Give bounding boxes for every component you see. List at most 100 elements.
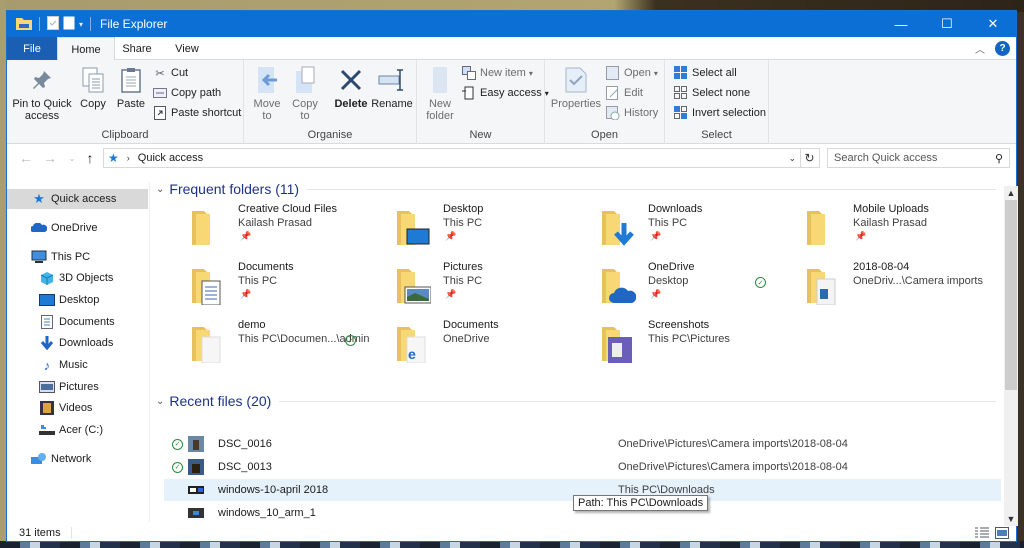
sidebar-item-network[interactable]: Network	[7, 449, 148, 469]
scroll-up-arrow[interactable]: ▲	[1004, 186, 1018, 200]
folder-tile[interactable]: Downloads This PC 📌	[570, 201, 775, 255]
new-folder-button[interactable]: New folder	[423, 64, 457, 122]
close-button[interactable]: ✕	[970, 11, 1016, 37]
pinned-icon: 📌	[855, 231, 867, 241]
refresh-button[interactable]: ↻	[800, 148, 820, 168]
vertical-scrollbar[interactable]: ▲ ▼	[1004, 186, 1018, 526]
sidebar-item-label: Acer (C:)	[59, 424, 103, 436]
sidebar-item-music[interactable]: ♪ Music	[7, 355, 148, 375]
folder-icon	[192, 269, 221, 305]
folder-tile[interactable]: Desktop This PC 📌	[365, 201, 570, 255]
sidebar-item-acer-c[interactable]: Acer (C:)	[7, 420, 148, 440]
tab-file[interactable]: File	[7, 37, 57, 60]
sidebar-item-downloads[interactable]: Downloads	[7, 333, 148, 353]
folder-tile[interactable]: Mobile Uploads Kailash Prasad 📌	[775, 201, 980, 255]
recent-files-header[interactable]: ⌄ Recent files (20)	[156, 393, 996, 409]
move-to-button[interactable]: Move to	[250, 64, 284, 122]
sidebar-item-label: Quick access	[51, 193, 117, 205]
section-divider	[279, 400, 996, 402]
folder-tile[interactable]: 2018-08-04 OneDriv...\Camera imports ✓	[755, 259, 983, 313]
frequent-folders-header[interactable]: ⌄ Frequent folders (11)	[156, 181, 996, 197]
ribbon: Pin to Quick access Copy Paste ✂ Cut Cop…	[7, 60, 1016, 144]
new-folder-qat-icon[interactable]	[63, 16, 75, 33]
folder-location: Desktop	[648, 275, 689, 287]
tab-share[interactable]: Share	[115, 37, 159, 60]
help-icon[interactable]: ?	[995, 41, 1010, 56]
sidebar-item-label: 3D Objects	[59, 272, 114, 284]
folder-name: Downloads	[648, 203, 703, 215]
properties-qat-icon[interactable]	[47, 15, 59, 33]
properties-button[interactable]: Properties	[549, 64, 603, 110]
sidebar-item-3d-objects[interactable]: 3D Objects	[7, 268, 148, 288]
folder-icon	[602, 211, 634, 246]
search-icon: ⚲	[994, 152, 1003, 165]
back-button[interactable]: ←	[15, 147, 37, 169]
pinned-icon: 📌	[445, 289, 457, 299]
file-path: OneDrive\Pictures\Camera imports\2018-08…	[618, 461, 848, 473]
recent-file-row[interactable]: ✓ DSC_0013 OneDrive\Pictures\Camera import…	[164, 456, 1001, 478]
scrollbar-thumb[interactable]	[1005, 200, 1017, 390]
paste-shortcut-button[interactable]: Paste shortcut	[152, 105, 241, 121]
sidebar-item-videos[interactable]: Videos	[7, 398, 148, 418]
folder-icon	[192, 327, 221, 363]
copy-path-button[interactable]: Copy path	[152, 85, 221, 101]
folder-location: Kailash Prasad	[853, 217, 927, 229]
collapse-ribbon-icon[interactable]: ︿	[975, 41, 985, 56]
sidebar-item-quick-access[interactable]: ★ Quick access	[7, 189, 148, 209]
folder-name: Screenshots	[648, 319, 710, 331]
recent-file-row[interactable]: ✓ DSC_0016 OneDrive\Pictures\Camera import…	[164, 433, 1001, 455]
select-none-button[interactable]: Select none	[673, 85, 750, 101]
open-button[interactable]: Open ▾	[605, 65, 658, 81]
sidebar-item-documents[interactable]: Documents	[7, 312, 148, 332]
folder-tile[interactable]: Pictures This PC 📌	[365, 259, 570, 313]
folder-tile[interactable]: Documents This PC 📌	[160, 259, 365, 313]
sidebar-item-onedrive[interactable]: OneDrive	[7, 218, 148, 238]
maximize-button[interactable]: ☐	[924, 11, 970, 37]
folder-tile[interactable]: Creative Cloud Files Kailash Prasad 📌	[160, 201, 365, 255]
onedrive-cloud-icon	[31, 220, 47, 236]
breadcrumb-quick-access[interactable]: Quick access	[138, 152, 203, 164]
rename-icon	[376, 64, 408, 96]
open-icon	[605, 65, 621, 81]
cut-button[interactable]: ✂ Cut	[152, 65, 188, 81]
select-all-button[interactable]: Select all	[673, 65, 737, 81]
copy-to-button[interactable]: Copy to	[288, 64, 322, 122]
paste-button[interactable]: Paste	[113, 64, 149, 110]
sidebar-item-pictures[interactable]: Pictures	[7, 377, 148, 397]
delete-button[interactable]: Delete	[334, 64, 368, 110]
new-item-button[interactable]: New item ▾	[461, 65, 533, 81]
desktop-icon	[39, 292, 55, 308]
minimize-button[interactable]: —	[878, 11, 924, 37]
customize-qat-dropdown-icon[interactable]: ▾	[79, 20, 83, 29]
quick-access-star-icon: ★	[33, 191, 45, 206]
up-button[interactable]: ↑	[79, 147, 101, 169]
tab-view[interactable]: View	[159, 37, 215, 60]
folder-tile[interactable]: OneDrive Desktop 📌	[570, 259, 775, 313]
pin-to-quick-access-button[interactable]: Pin to Quick access	[11, 64, 73, 122]
details-view-button[interactable]	[974, 525, 990, 541]
content-pane: ⌄ Frequent folders (11) Creative Cloud F…	[152, 174, 1001, 526]
folder-tile[interactable]: e Documents OneDrive ✓	[345, 317, 570, 371]
folder-tile[interactable]: demo This PC\Documen...\admin	[160, 317, 369, 371]
forward-button[interactable]: →	[39, 147, 61, 169]
large-icons-view-button[interactable]	[994, 525, 1010, 541]
tab-home[interactable]: Home	[57, 37, 115, 61]
history-button[interactable]: History	[605, 105, 658, 121]
sidebar-item-this-pc[interactable]: This PC	[7, 247, 148, 267]
sidebar-item-label: Music	[59, 359, 88, 371]
folder-icon	[807, 211, 825, 245]
address-bar[interactable]: ★ › Quick access ⌄	[103, 148, 801, 168]
network-icon	[31, 451, 47, 467]
breadcrumb-chevron-icon: ›	[126, 153, 130, 163]
copy-button[interactable]: Copy	[75, 64, 111, 110]
easy-access-button[interactable]: Easy access ▾	[461, 85, 549, 101]
invert-selection-button[interactable]: Invert selection	[673, 105, 766, 121]
edit-button[interactable]: Edit	[605, 85, 643, 101]
sidebar-item-desktop[interactable]: Desktop	[7, 290, 148, 310]
pinned-icon: 📌	[650, 289, 662, 299]
address-dropdown-icon[interactable]: ⌄	[788, 153, 796, 164]
rename-button[interactable]: Rename	[371, 64, 413, 110]
search-input[interactable]: Search Quick access ⚲	[827, 148, 1010, 168]
sync-status-icon: ✓	[755, 277, 766, 288]
folder-tile[interactable]: Screenshots This PC\Pictures	[570, 317, 775, 371]
